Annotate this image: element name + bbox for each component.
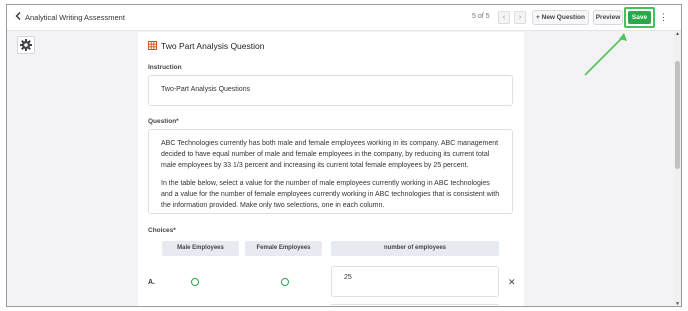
save-button[interactable]: Save xyxy=(628,11,651,24)
preview-label: Preview xyxy=(595,14,621,21)
remove-choice-icon[interactable]: ✕ xyxy=(508,277,516,287)
chevron-left-icon: ‹ xyxy=(502,14,506,21)
chevron-right-icon: › xyxy=(518,14,522,21)
male-employees-radio[interactable] xyxy=(191,278,199,286)
chevron-left-icon xyxy=(15,11,21,25)
scroll-down-icon[interactable]: ▼ xyxy=(674,301,681,306)
scroll-up-icon[interactable]: ▲ xyxy=(674,31,681,38)
choice-row-letter: A. xyxy=(148,279,155,286)
question-paragraph-1: ABC Technologies currently has both male… xyxy=(161,140,499,169)
instruction-value: Two-Part Analysis Questions xyxy=(161,86,251,93)
previous-question-button[interactable]: ‹ xyxy=(498,11,510,24)
question-editor-panel: Two Part Analysis Question Instruction T… xyxy=(138,32,524,306)
app-window: Analytical Writing Assessment 5 of 5 ‹ ›… xyxy=(6,4,682,307)
instruction-field[interactable]: Two-Part Analysis Questions xyxy=(148,75,513,106)
choices-label: Choices* xyxy=(148,227,176,234)
annotation-arrow-icon xyxy=(584,33,627,76)
new-question-label: New Question xyxy=(541,14,585,21)
gear-icon xyxy=(20,39,32,51)
table-grid-icon xyxy=(148,40,157,53)
column-header-male: Male Employees xyxy=(162,241,239,256)
scrollbar[interactable]: ▲ ▼ xyxy=(674,31,681,306)
next-choice-row-edge xyxy=(331,304,499,306)
question-type-heading: Two Part Analysis Question xyxy=(148,40,264,53)
scrollbar-thumb[interactable] xyxy=(675,61,680,169)
back-link[interactable]: Analytical Writing Assessment xyxy=(15,11,125,25)
column-header-female: Female Employees xyxy=(245,241,322,256)
number-of-employees-value: 25 xyxy=(344,274,352,281)
number-of-employees-input[interactable]: 25 xyxy=(331,266,499,297)
new-question-button[interactable]: + New Question xyxy=(532,10,589,25)
question-counter: 5 of 5 xyxy=(472,13,490,20)
instruction-label: Instruction xyxy=(148,64,182,71)
question-paragraph-2: In the table below, select a value for t… xyxy=(161,180,500,209)
female-employees-radio[interactable] xyxy=(281,278,289,286)
column-header-number: number of employees xyxy=(331,241,499,256)
question-type-label: Two Part Analysis Question xyxy=(161,41,265,51)
question-label: Question* xyxy=(148,118,179,125)
next-question-button[interactable]: › xyxy=(514,11,526,24)
assessment-title: Analytical Writing Assessment xyxy=(25,13,125,22)
top-bar: Analytical Writing Assessment 5 of 5 ‹ ›… xyxy=(7,5,681,31)
more-options-icon[interactable]: ⋮ xyxy=(659,11,668,24)
settings-button[interactable] xyxy=(17,36,35,54)
plus-icon: + xyxy=(536,14,540,21)
question-field[interactable]: ABC Technologies currently has both male… xyxy=(148,129,513,214)
preview-button[interactable]: Preview xyxy=(593,10,623,25)
